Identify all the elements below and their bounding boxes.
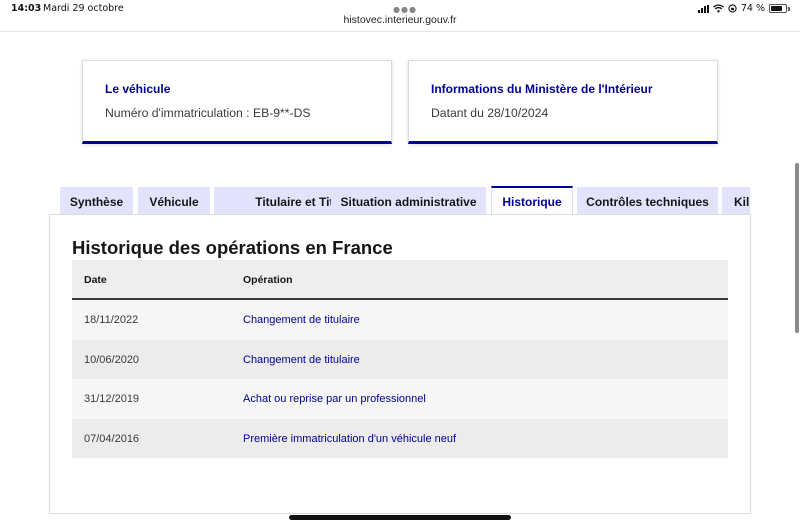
- row-date: 07/04/2016: [84, 432, 140, 445]
- table-row: 31/12/2019 Achat ou reprise par un profe…: [72, 379, 728, 419]
- status-time: 14:03: [11, 3, 42, 14]
- table-header: Date Opération: [72, 260, 728, 300]
- battery-percent: 74 %: [740, 3, 765, 14]
- tab-synthese[interactable]: Synthèse: [60, 187, 133, 216]
- home-indicator[interactable]: [289, 515, 511, 520]
- row-date: 18/11/2022: [84, 314, 139, 326]
- ministry-card-title: Informations du Ministère de l'Intérieur: [431, 82, 653, 96]
- status-indicators: 74 %: [697, 3, 790, 14]
- url-bar[interactable]: histovec.interieur.gouv.fr: [0, 14, 800, 26]
- tab-kilometrage[interactable]: Kil: [722, 187, 750, 216]
- row-operation: Changement de titulaire: [243, 314, 360, 326]
- column-header-operation: Opération: [243, 274, 293, 286]
- status-date: Mardi 29 octobre: [43, 3, 124, 14]
- battery-tip: [788, 6, 790, 11]
- history-title: Historique des opérations en France: [72, 237, 393, 258]
- tab-historique[interactable]: Historique: [491, 186, 573, 216]
- history-table: Date Opération 18/11/2022 Changement de …: [72, 260, 728, 458]
- divider: [0, 31, 800, 32]
- table-row: 07/04/2016 Première immatriculation d'un…: [72, 418, 728, 458]
- row-operation: Changement de titulaire: [243, 353, 360, 366]
- wifi-icon: [712, 4, 724, 13]
- row-date: 31/12/2019: [84, 393, 140, 405]
- tab-controles-techniques[interactable]: Contrôles techniques: [577, 187, 718, 216]
- table-row: 10/06/2020 Changement de titulaire: [72, 339, 728, 379]
- vehicle-card: Le véhicule Numéro d'immatriculation : E…: [82, 60, 392, 144]
- battery-icon: [769, 4, 787, 13]
- scrollbar[interactable]: [795, 163, 799, 333]
- row-operation: Première immatriculation d'un véhicule n…: [243, 432, 457, 445]
- tab-situation-administrative[interactable]: Situation administrative: [331, 187, 486, 216]
- orientation-lock-icon: [728, 4, 737, 13]
- registration-number: Numéro d'immatriculation : EB-9**-DS: [105, 106, 311, 120]
- row-date: 10/06/2020: [84, 353, 140, 366]
- signal-icon: [697, 4, 709, 13]
- row-operation: Achat ou reprise par un professionnel: [243, 393, 426, 405]
- tab-vehicule[interactable]: Véhicule: [138, 187, 210, 216]
- more-dots-icon[interactable]: ●●●: [393, 5, 417, 14]
- table-row: 18/11/2022 Changement de titulaire: [72, 300, 728, 340]
- column-header-date: Date: [84, 274, 107, 286]
- tab-bar: Synthèse Véhicule Titulaire et Titre Sit…: [60, 186, 750, 216]
- vehicle-card-title: Le véhicule: [105, 82, 171, 96]
- data-date: Datant du 28/10/2024: [431, 106, 549, 120]
- ministry-card: Informations du Ministère de l'Intérieur…: [408, 60, 718, 144]
